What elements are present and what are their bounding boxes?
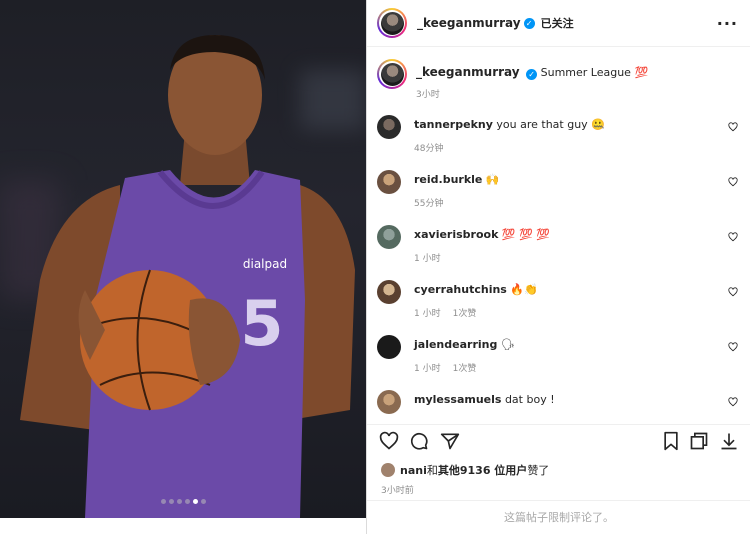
comment-item: tannerpekny you are that guy 🤐 48分钟 — [377, 114, 740, 169]
likes-others[interactable]: 其他9136 位用户 — [438, 462, 527, 478]
caption-time: 3小时 — [416, 90, 440, 100]
save-bookmark-icon[interactable] — [661, 431, 681, 451]
follow-status[interactable]: 已关注 — [541, 15, 574, 31]
commenter-username[interactable]: cyerrahutchins — [414, 283, 507, 296]
like-heart-icon[interactable] — [728, 177, 738, 187]
carousel-dot[interactable] — [192, 499, 198, 504]
commenter-avatar[interactable] — [377, 390, 401, 414]
comment-text: you are that guy — [496, 118, 588, 131]
comment-item: xavierisbrook 💯 💯 💯 1 小时 — [377, 224, 740, 279]
like-heart-icon[interactable] — [728, 287, 738, 297]
like-heart-icon[interactable] — [728, 342, 738, 352]
carousel-dot[interactable] — [160, 499, 166, 504]
carousel-dot[interactable] — [168, 499, 174, 504]
carousel-dot[interactable] — [184, 499, 190, 504]
caption-avatar[interactable] — [377, 59, 407, 89]
comment-item: jalendearring 🗣 1 小时 1次赞 — [377, 334, 740, 389]
more-options-icon[interactable]: ··· — [717, 14, 738, 33]
download-icon[interactable] — [719, 431, 739, 451]
commenter-username[interactable]: mylessamuels — [414, 393, 501, 406]
comments-limited-notice: 这篇帖子限制评论了。 — [367, 500, 750, 535]
comment-item: mylessamuels dat boy ! — [377, 389, 740, 414]
commenter-avatar[interactable] — [377, 280, 401, 304]
commenter-avatar[interactable] — [377, 115, 401, 139]
caption-text: Summer League — [540, 66, 631, 79]
caption-emoji: 💯 — [634, 66, 649, 79]
comment-time: 1 小时 — [414, 364, 441, 374]
player-illustration: dialpad 5 — [20, 35, 355, 518]
post-header: _keeganmurray ✓ 已关注 ··· — [367, 0, 750, 47]
comment-like-count[interactable]: 1次赞 — [453, 309, 477, 319]
comments-list: tannerpekny you are that guy 🤐 48分钟 reid… — [367, 114, 750, 414]
commenter-username[interactable]: reid.burkle — [414, 173, 482, 186]
comment-emoji: 🙌 — [485, 173, 500, 186]
comment-icon[interactable] — [409, 431, 429, 451]
post-photo[interactable]: dialpad 5 — [0, 0, 366, 518]
comment-text: dat boy ! — [504, 393, 555, 406]
like-heart-icon[interactable] — [728, 232, 738, 242]
comment-time: 55分钟 — [414, 199, 444, 209]
author-username[interactable]: _keeganmurray — [417, 16, 521, 30]
post-timestamp: 3小时前 — [381, 486, 414, 496]
comment-item: reid.burkle 🙌 55分钟 — [377, 169, 740, 224]
author-avatar[interactable] — [377, 8, 407, 38]
commenter-username[interactable]: jalendearring — [414, 338, 497, 351]
commenter-username[interactable]: xavierisbrook — [414, 228, 498, 241]
commenter-username[interactable]: tannerpekny — [414, 118, 493, 131]
share-icon[interactable] — [440, 431, 460, 451]
post-sidebar: _keeganmurray ✓ 已关注 ··· _keeganmurray ✓ … — [366, 0, 750, 534]
like-icon[interactable] — [379, 431, 399, 451]
photo-bottom-border — [0, 518, 366, 534]
caption-username[interactable]: _keeganmurray — [416, 65, 520, 79]
carousel-dots — [0, 489, 366, 508]
comment-time: 48分钟 — [414, 144, 444, 154]
likes-summary[interactable]: nani 和其他9136 位用户 赞了 — [381, 462, 549, 478]
verified-icon: ✓ — [523, 17, 535, 29]
carousel-dot[interactable] — [200, 499, 206, 504]
carousel-dot[interactable] — [176, 499, 182, 504]
comment-time: 1 小时 — [414, 309, 441, 319]
comment-emoji: 💯 💯 💯 — [501, 228, 550, 241]
svg-text:5: 5 — [240, 287, 283, 360]
comment-like-count[interactable]: 1次赞 — [453, 364, 477, 374]
liker-avatar — [381, 463, 395, 477]
comment-item: cyerrahutchins 🔥👏 1 小时 1次赞 — [377, 279, 740, 334]
comment-emoji: 🤐 — [591, 118, 605, 131]
commenter-avatar[interactable] — [377, 170, 401, 194]
commenter-avatar[interactable] — [377, 335, 401, 359]
svg-text:dialpad: dialpad — [243, 257, 287, 271]
verified-icon: ✓ — [526, 69, 538, 80]
collection-icon[interactable] — [689, 431, 709, 451]
comment-time: 1 小时 — [414, 254, 441, 264]
comment-emoji: 🗣 — [500, 338, 515, 351]
liker-name[interactable]: nani — [400, 464, 427, 477]
likes-and: 和 — [426, 464, 438, 477]
commenter-avatar[interactable] — [377, 225, 401, 249]
post-actions-bar — [367, 424, 750, 455]
comment-emoji: 🔥👏 — [510, 283, 538, 296]
post-caption: _keeganmurray ✓ Summer League 💯 3小时 — [367, 47, 750, 102]
like-heart-icon[interactable] — [728, 122, 738, 132]
like-heart-icon[interactable] — [728, 397, 738, 407]
instagram-post-viewer: dialpad 5 _keeganmurray ✓ 已关注 ··· _keega… — [0, 0, 750, 534]
likes-suffix: 赞了 — [527, 464, 550, 477]
